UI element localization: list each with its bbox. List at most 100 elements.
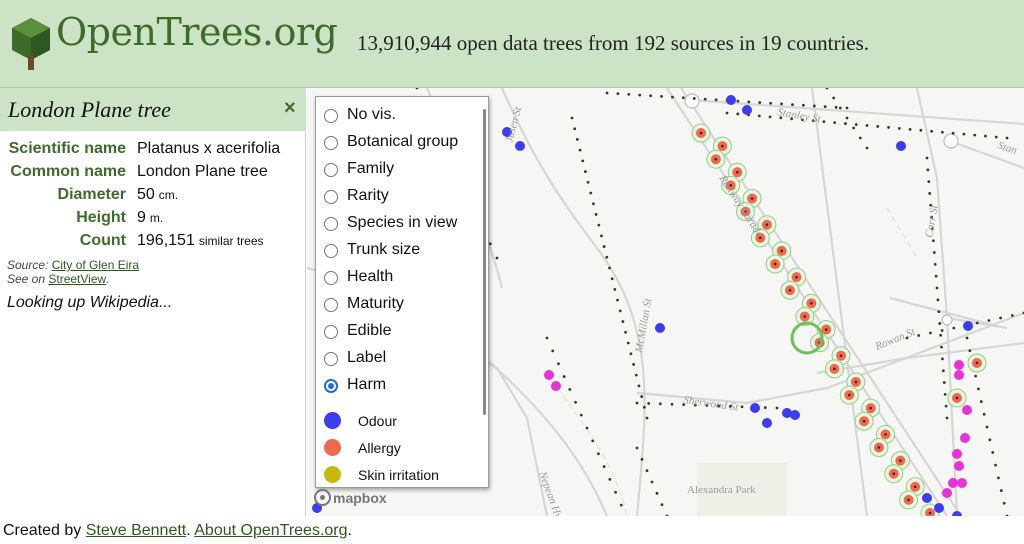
tree-point[interactable] xyxy=(610,277,614,281)
tree-point[interactable] xyxy=(985,425,989,429)
tree-point[interactable] xyxy=(670,402,674,406)
tree-marker-center[interactable] xyxy=(839,354,843,358)
tree-marker-center[interactable] xyxy=(955,396,959,400)
tree-point[interactable] xyxy=(545,336,549,340)
tree-point[interactable] xyxy=(495,256,499,260)
tree-point[interactable] xyxy=(594,213,598,216)
tree-point[interactable] xyxy=(823,105,827,109)
tree-marker-odour[interactable] xyxy=(790,410,800,420)
tree-point[interactable] xyxy=(940,130,944,134)
tree-point[interactable] xyxy=(616,92,620,96)
tree-marker-odour[interactable] xyxy=(655,323,665,333)
tree-point[interactable] xyxy=(987,319,991,322)
tree-point[interactable] xyxy=(618,309,622,313)
tree-marker-odour[interactable] xyxy=(762,418,772,428)
radio-icon[interactable] xyxy=(324,109,338,123)
tree-marker-odour[interactable] xyxy=(726,95,736,105)
tree-point[interactable] xyxy=(933,262,937,266)
tree-point[interactable] xyxy=(932,251,936,254)
tree-point[interactable] xyxy=(775,406,779,410)
tree-marker-center[interactable] xyxy=(862,419,866,423)
tree-point[interactable] xyxy=(780,102,783,106)
tree-point[interactable] xyxy=(647,402,651,405)
tree-point[interactable] xyxy=(640,457,644,461)
radio-icon[interactable] xyxy=(324,244,338,258)
tree-point[interactable] xyxy=(935,286,939,290)
tree-point[interactable] xyxy=(768,115,772,119)
tree-point[interactable] xyxy=(982,412,986,416)
radio-icon[interactable] xyxy=(324,298,338,312)
tree-point[interactable] xyxy=(938,322,942,325)
tree-point[interactable] xyxy=(876,125,880,128)
tree-point[interactable] xyxy=(832,96,836,100)
tree-point[interactable] xyxy=(833,121,837,125)
tree-point[interactable] xyxy=(642,405,646,409)
radio-icon[interactable] xyxy=(324,163,338,177)
tree-point[interactable] xyxy=(838,106,842,110)
tree-marker-other[interactable] xyxy=(952,449,962,459)
site-title[interactable]: OpenTrees.org xyxy=(56,10,338,54)
tree-point[interactable] xyxy=(586,180,590,184)
tree-point[interactable] xyxy=(624,330,627,334)
tree-point[interactable] xyxy=(791,103,794,106)
tree-marker-center[interactable] xyxy=(854,380,858,384)
tree-marker-center[interactable] xyxy=(765,223,769,227)
tree-marker-other[interactable] xyxy=(960,433,970,443)
tree-marker-odour[interactable] xyxy=(742,105,752,115)
tree-point[interactable] xyxy=(574,400,577,404)
tree-point[interactable] xyxy=(551,349,555,353)
tree-point[interactable] xyxy=(925,156,929,160)
tree-marker-center[interactable] xyxy=(892,472,896,475)
tree-point[interactable] xyxy=(579,413,583,417)
tree-point[interactable] xyxy=(928,192,932,195)
tree-marker-odour[interactable] xyxy=(934,503,944,513)
tree-point[interactable] xyxy=(488,242,492,246)
tree-marker-odour[interactable] xyxy=(750,403,760,413)
tree-marker-odour[interactable] xyxy=(922,493,932,503)
tree-point[interactable] xyxy=(714,98,718,102)
tree-point[interactable] xyxy=(845,116,849,120)
tree-point[interactable] xyxy=(575,138,579,141)
tree-point[interactable] xyxy=(977,387,980,391)
tree-point[interactable] xyxy=(645,416,649,420)
tree-icon[interactable] xyxy=(12,18,50,70)
tree-marker-center[interactable] xyxy=(750,197,754,200)
tree-point[interactable] xyxy=(562,375,566,378)
tree-point[interactable] xyxy=(605,91,609,95)
about-link[interactable]: About OpenTrees.org xyxy=(194,522,347,539)
tree-point[interactable] xyxy=(865,146,869,150)
tree-point[interactable] xyxy=(585,426,589,430)
tree-point[interactable] xyxy=(952,326,956,330)
tree-point[interactable] xyxy=(940,345,943,349)
tree-point[interactable] xyxy=(602,465,606,468)
tree-point[interactable] xyxy=(740,405,744,409)
tree-point[interactable] xyxy=(660,95,663,98)
tree-point[interactable] xyxy=(926,168,930,172)
tree-point[interactable] xyxy=(984,134,987,138)
tree-point[interactable] xyxy=(965,336,969,340)
tree-point[interactable] xyxy=(763,406,767,409)
tree-point[interactable] xyxy=(917,334,921,337)
tree-marker-odour[interactable] xyxy=(896,141,906,151)
tree-point[interactable] xyxy=(936,298,940,302)
tree-marker-center[interactable] xyxy=(699,131,703,135)
tree-point[interactable] xyxy=(968,349,972,353)
tree-marker-center[interactable] xyxy=(803,315,807,318)
tree-marker-center[interactable] xyxy=(735,171,739,174)
tree-point[interactable] xyxy=(975,321,979,325)
tree-point[interactable] xyxy=(1010,314,1014,317)
tree-point[interactable] xyxy=(736,99,740,103)
tree-point[interactable] xyxy=(825,88,829,90)
tree-marker-odour[interactable] xyxy=(515,141,525,151)
tree-point[interactable] xyxy=(747,100,751,104)
tree-point[interactable] xyxy=(592,202,595,206)
tree-marker-other[interactable] xyxy=(954,360,964,370)
tree-point[interactable] xyxy=(945,416,949,420)
tree-marker-center[interactable] xyxy=(899,459,902,462)
tree-marker-center[interactable] xyxy=(824,328,828,331)
tree-point[interactable] xyxy=(834,105,838,109)
tree-point[interactable] xyxy=(822,120,826,124)
tree-point[interactable] xyxy=(640,395,644,398)
tree-point[interactable] xyxy=(602,245,606,248)
tree-point[interactable] xyxy=(845,106,849,110)
